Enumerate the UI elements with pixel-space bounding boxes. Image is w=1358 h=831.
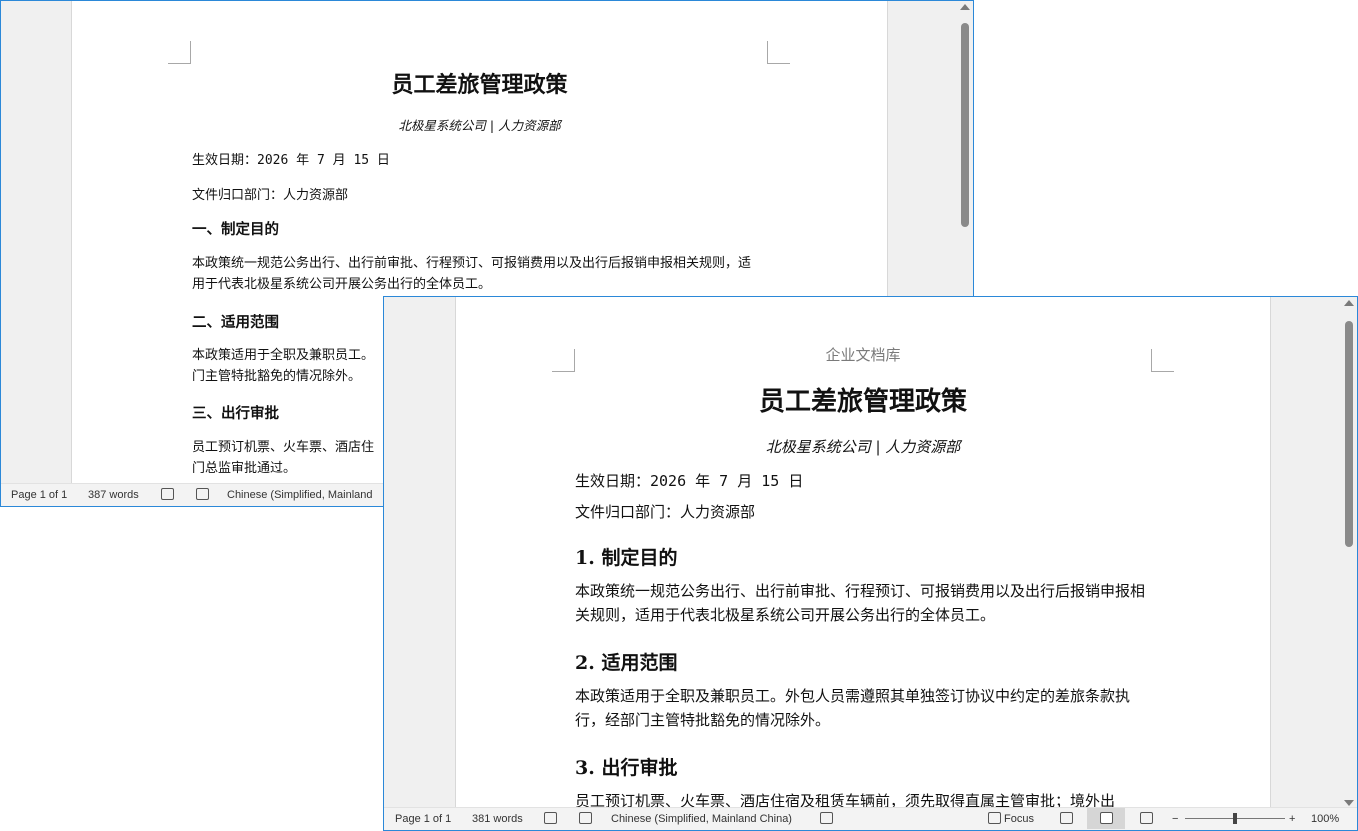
status-bar: Page 1 of 1 381 words Chinese (Simplifie…: [384, 807, 1357, 830]
scroll-down-arrow-icon[interactable]: [1344, 800, 1354, 806]
section-heading: 二、适用范围: [192, 315, 279, 331]
zoom-level[interactable]: 100%: [1311, 813, 1339, 825]
zoom-slider-thumb[interactable]: [1233, 813, 1237, 824]
document-page[interactable]: 企业文档库 员工差旅管理政策 北极星系统公司 | 人力资源部 生效日期：2026…: [455, 297, 1271, 809]
focus-icon[interactable]: [988, 812, 1001, 824]
scrollbar-thumb[interactable]: [1345, 321, 1353, 547]
effective-date: 生效日期：2026 年 7 月 15 日: [192, 153, 390, 168]
doc-subtitle: 北极星系统公司 | 人力资源部: [398, 118, 561, 133]
document-window-front[interactable]: 企业文档库 员工差旅管理政策 北极星系统公司 | 人力资源部 生效日期：2026…: [383, 296, 1358, 831]
margin-corner-top-right: [767, 41, 790, 64]
proofing-icon[interactable]: [161, 488, 174, 500]
doc-subtitle: 北极星系统公司 | 人力资源部: [765, 438, 961, 456]
section-heading: 2. 适用范围: [575, 652, 678, 674]
display-settings-icon[interactable]: [820, 812, 833, 824]
effective-date: 生效日期：2026 年 7 月 15 日: [575, 472, 804, 490]
focus-mode-label[interactable]: Focus: [1004, 813, 1034, 825]
margin-corner-top-left: [168, 41, 191, 64]
zoom-in-button[interactable]: +: [1289, 813, 1295, 825]
section-heading: 一、制定目的: [192, 222, 279, 238]
owner-department: 文件归口部门：人力资源部: [575, 503, 756, 521]
page-header: 企业文档库: [825, 346, 901, 364]
section-heading: 1. 制定目的: [575, 547, 678, 569]
page-count[interactable]: Page 1 of 1: [395, 813, 451, 825]
section-body: 本政策统一规范公务出行、出行前审批、行程预订、可报销费用以及出行后报销申报相关规…: [192, 256, 752, 292]
section-body: 本政策统一规范公务出行、出行前审批、行程预订、可报销费用以及出行后报销申报相关规…: [575, 582, 1146, 624]
scroll-up-arrow-icon[interactable]: [1344, 300, 1354, 306]
page-count[interactable]: Page 1 of 1: [11, 489, 67, 501]
print-layout-icon[interactable]: [1100, 812, 1113, 824]
owner-department: 文件归口部门：人力资源部: [192, 188, 349, 203]
accessibility-icon[interactable]: [579, 812, 592, 824]
scroll-up-arrow-icon[interactable]: [960, 4, 970, 10]
read-mode-icon[interactable]: [1060, 812, 1073, 824]
web-layout-icon[interactable]: [1140, 812, 1153, 824]
language-indicator[interactable]: Chinese (Simplified, Mainland China): [611, 813, 792, 825]
section-body-line2: 门总监审批通过。: [192, 461, 297, 476]
proofing-icon[interactable]: [544, 812, 557, 824]
vertical-scrollbar[interactable]: [1341, 297, 1357, 809]
language-indicator[interactable]: Chinese (Simplified, Mainland: [227, 489, 373, 501]
scrollbar-thumb[interactable]: [961, 23, 969, 227]
section-body-line2: 门主管特批豁免的情况除外。: [192, 369, 362, 384]
doc-title: 员工差旅管理政策: [391, 73, 568, 98]
zoom-out-button[interactable]: −: [1172, 813, 1178, 825]
doc-title: 员工差旅管理政策: [758, 387, 967, 417]
section-heading: 三、出行审批: [192, 406, 279, 422]
section-body: 员工预订机票、火车票、酒店住: [192, 440, 375, 455]
section-body: 员工预订机票、火车票、酒店住宿及租赁车辆前，须先取得直属主管审批；境外出: [575, 792, 1116, 809]
section-body: 本政策适用于全职及兼职员工。外包人员需遵照其单独签订协议中约定的差旅条款执行，经…: [575, 687, 1131, 729]
section-body: 本政策适用于全职及兼职员工。: [192, 348, 375, 363]
word-count[interactable]: 387 words: [88, 489, 139, 501]
accessibility-icon[interactable]: [196, 488, 209, 500]
section-heading: 3. 出行审批: [575, 757, 678, 779]
word-count[interactable]: 381 words: [472, 813, 523, 825]
